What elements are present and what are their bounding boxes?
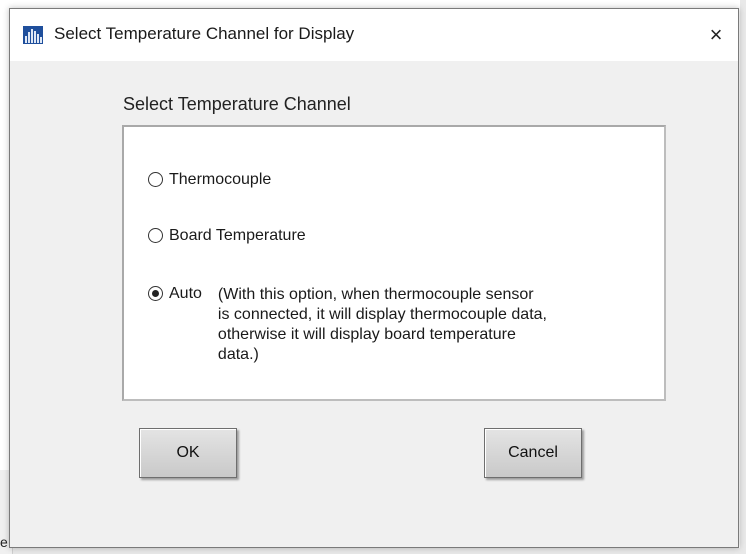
select-channel-dialog: Select Temperature Channel for Display ×…	[9, 8, 739, 548]
close-button[interactable]: ×	[694, 9, 738, 61]
radio-auto[interactable]	[148, 286, 163, 301]
option-board-temperature[interactable]: Board Temperature	[148, 227, 306, 245]
option-label-thermocouple: Thermocouple	[169, 171, 272, 188]
channel-options-panel: Thermocouple Board Temperature Auto (Wit…	[122, 125, 666, 401]
radio-thermocouple[interactable]	[148, 172, 163, 187]
option-label-auto: Auto	[169, 285, 202, 302]
ok-button[interactable]: OK	[139, 428, 237, 478]
title-bar[interactable]: Select Temperature Channel for Display ×	[10, 9, 738, 61]
option-auto[interactable]: Auto (With this option, when thermocoupl…	[148, 285, 548, 365]
option-label-board-temperature: Board Temperature	[169, 227, 306, 244]
auto-description: (With this option, when thermocouple sen…	[217, 286, 547, 363]
bar-chart-app-icon	[23, 26, 43, 44]
group-label: Select Temperature Channel	[123, 94, 351, 114]
background-window-edge	[740, 0, 746, 554]
radio-board-temperature[interactable]	[148, 228, 163, 243]
option-thermocouple[interactable]: Thermocouple	[148, 171, 271, 189]
background-window-edge-bottom	[0, 548, 746, 554]
cancel-button[interactable]: Cancel	[484, 428, 582, 478]
background-text: e	[0, 534, 8, 550]
dialog-title: Select Temperature Channel for Display	[54, 24, 355, 43]
